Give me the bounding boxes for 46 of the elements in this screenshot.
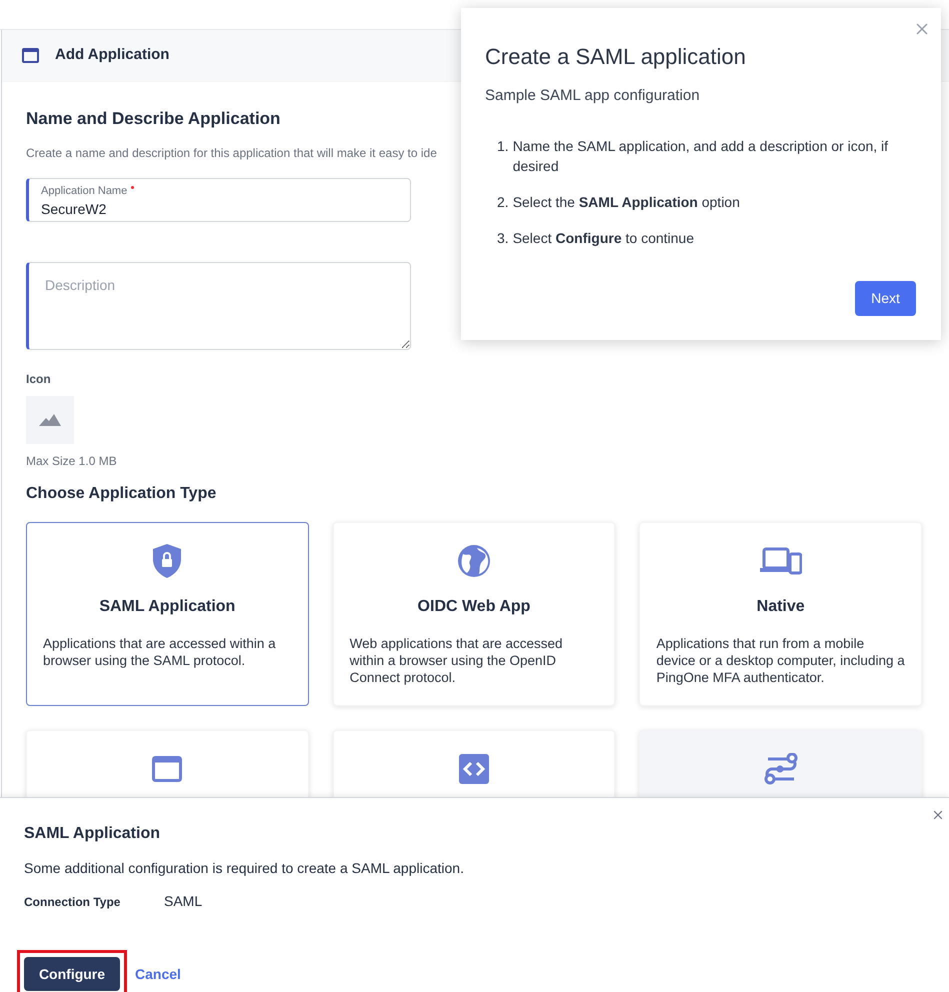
application-name-field[interactable]: Application Name SecureW2 [26,178,411,222]
mountain-icon [39,414,61,426]
section-heading: Name and Describe Application [26,108,282,130]
configure-button[interactable]: Configure [24,957,120,991]
application-type-card[interactable]: Native Applications that run from a mobile device or a desktop computer, including a PingOne MFA authenticator. [639,522,922,706]
step-text: Name the SAML application, and add a description or icon, if desired [512,136,890,176]
icon-label: Icon [26,370,52,388]
card-description: Applications that are accessed within a browser using the SAML protocol. [43,634,277,668]
step-number: 3. [497,228,509,248]
popover-subtitle: Sample SAML app configuration [485,86,701,106]
card-title: Native [756,596,805,616]
application-type-card[interactable]: SAML Application Applications that are accessed within a browser using the SAML protocol. [26,522,309,706]
close-button[interactable] [931,808,945,822]
card-description: Applications that run from a mobile device or a desktop computer, including a PingOne MFA authenticator. [656,634,905,686]
globe-icon [456,544,491,578]
page-title: Add Application [55,45,170,66]
step-text: Select the SAML Application option [512,192,740,212]
connection-flow-icon [764,752,798,784]
connection-type-value: SAML [164,892,202,911]
step-text: Select Configure to continue [512,228,694,248]
window-icon [22,48,39,63]
icon-upload[interactable] [26,396,74,444]
cancel-link[interactable]: Cancel [135,964,181,984]
code-icon [458,754,489,784]
field-value: SecureW2 [41,200,108,219]
card-title: OIDC Web App [418,596,530,616]
icon-size-hint: Max Size 1.0 MB [26,452,118,470]
panel-description: Some additional configuration is required to create a SAML application. [24,859,465,878]
field-label: Application Name [41,184,128,198]
next-button[interactable]: Next [855,281,916,316]
connection-type-label: Connection Type [24,894,122,910]
browser-window-icon [152,756,182,782]
card-description: Web applications that are accessed within a browser using the OpenID Connect protocol. [350,634,564,686]
application-type-card[interactable] [332,730,616,800]
step-number: 1. [497,136,509,156]
popover-title: Create a SAML application [485,43,747,71]
laptop-phone-icon [760,546,802,574]
application-type-card[interactable] [639,730,922,800]
shield-lock-icon [151,542,184,578]
description-field[interactable]: Description [26,262,411,350]
section-heading: Choose Application Type [26,484,218,504]
section-description: Create a name and description for this application that will make it easy to ide [26,144,437,162]
step-number: 2. [497,192,509,212]
application-type-card[interactable]: OIDC Web App Web applications that are accessed within a browser using the OpenID Connect protocol. [332,522,616,706]
card-title: SAML Application [99,596,236,616]
panel-title: SAML Application [24,824,161,844]
